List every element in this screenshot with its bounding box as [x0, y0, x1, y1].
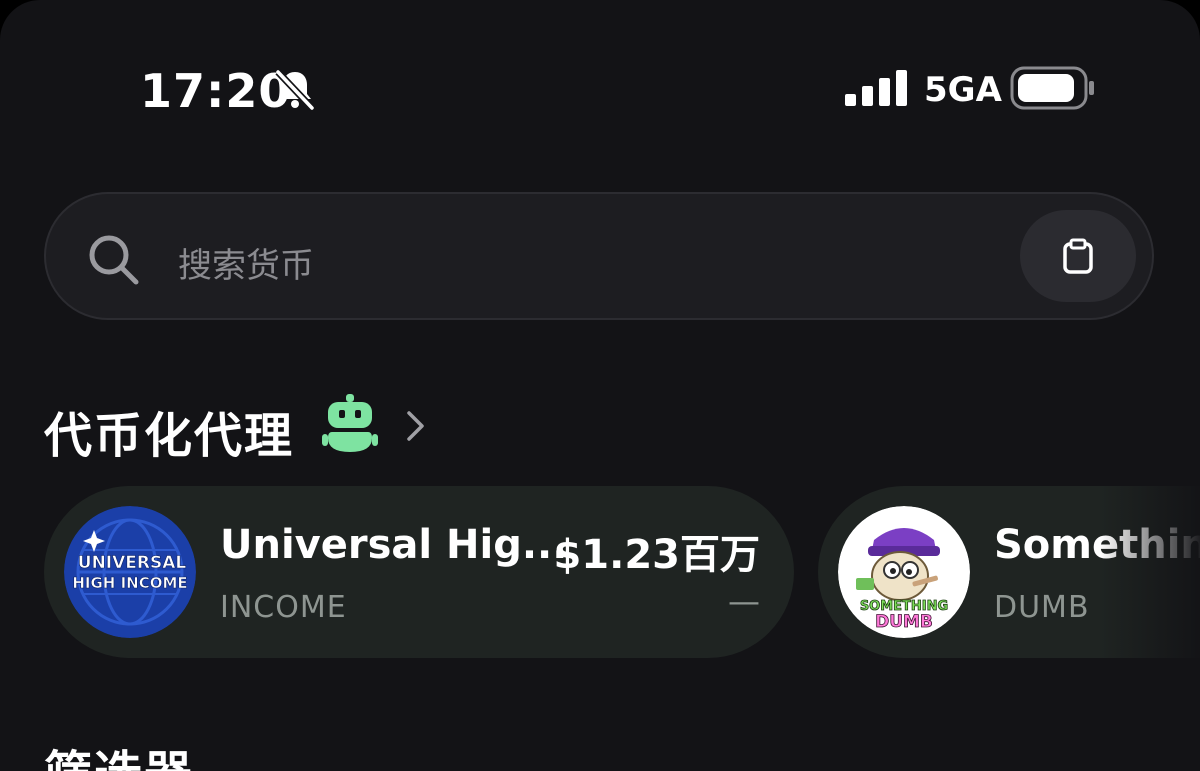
search-icon — [89, 235, 139, 285]
section-title[interactable]: 代币化代理 — [44, 396, 294, 466]
token-avatar-dumb: SOMETHING DUMB — [838, 506, 970, 638]
clipboard-icon — [1063, 238, 1093, 274]
search-bar[interactable]: 搜索货币 — [44, 192, 1154, 320]
status-time: 17:20 — [140, 64, 292, 118]
robot-icon — [322, 394, 378, 452]
token-avatar-income: UNIVERSAL HIGH INCOME — [64, 506, 196, 638]
battery-icon — [1010, 66, 1094, 110]
token-change: — — [728, 582, 760, 620]
token-ticker: DUMB — [994, 590, 1090, 625]
token-card-income[interactable]: UNIVERSAL HIGH INCOME Universal Hig... I… — [44, 486, 794, 658]
filter-section-title: 筛选器 — [44, 734, 194, 771]
chevron-right-icon[interactable] — [400, 408, 430, 444]
network-label: 5GA — [924, 70, 1002, 110]
paste-button[interactable] — [1020, 210, 1136, 302]
svg-text:HIGH INCOME: HIGH INCOME — [72, 574, 187, 592]
search-input[interactable]: 搜索货币 — [178, 238, 314, 287]
token-name: Universal Hig... — [220, 522, 568, 568]
svg-text:UNIVERSAL: UNIVERSAL — [78, 553, 187, 573]
bell-slash-icon — [275, 69, 315, 111]
scroll-fade — [1100, 470, 1200, 680]
token-ticker: INCOME — [220, 590, 347, 625]
app-screen: 17:20 5GA 搜索货币 代币化代理 UNIVERSAL HIGH INCO… — [0, 0, 1200, 771]
token-market-value: $1.23百万 — [553, 532, 760, 578]
signal-icon — [845, 70, 907, 106]
svg-text:DUMB: DUMB — [875, 612, 933, 632]
